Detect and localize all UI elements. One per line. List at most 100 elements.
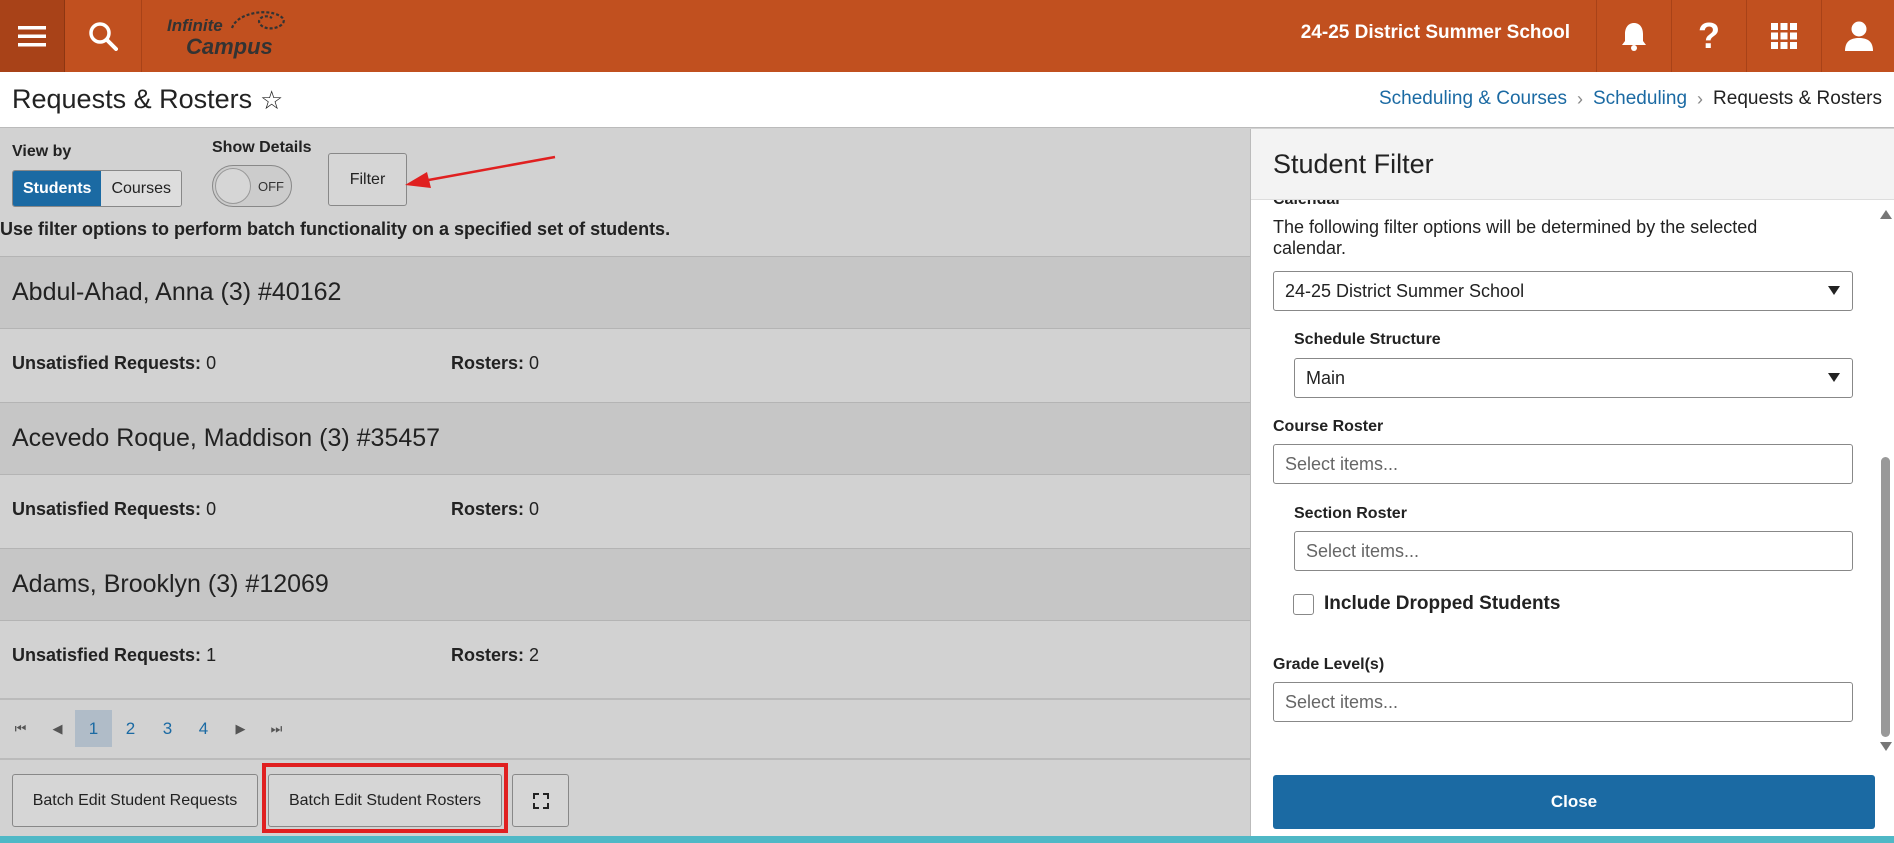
student-list-area: View by Students Courses Show Details OF…	[0, 129, 1250, 843]
menu-icon	[18, 26, 46, 47]
page-2-button[interactable]: 2	[112, 710, 149, 747]
fullscreen-button[interactable]	[512, 774, 569, 827]
filter-button[interactable]: Filter	[328, 153, 407, 206]
calendar-label: Calendar	[1273, 200, 1341, 209]
show-details-toggle[interactable]: OFF	[212, 165, 292, 207]
toggle-knob	[215, 168, 251, 204]
scroll-up-icon[interactable]	[1880, 210, 1892, 219]
batch-edit-student-requests-button[interactable]: Batch Edit Student Requests	[12, 774, 258, 827]
unsatisfied-requests: Unsatisfied Requests: 0	[12, 353, 216, 374]
red-arrow-annotation	[405, 155, 556, 188]
toggle-state-text: OFF	[258, 179, 284, 194]
next-page-icon[interactable]: ▶	[222, 710, 259, 747]
student-name: Abdul-Ahad, Anna (3) #40162	[12, 278, 342, 306]
dropdown-caret-icon	[1828, 373, 1840, 382]
close-button[interactable]: Close	[1273, 775, 1875, 829]
unsatisfied-label: Unsatisfied Requests:	[12, 499, 202, 519]
schedule-structure-label: Schedule Structure	[1294, 331, 1441, 348]
panel-scrollbar[interactable]	[1877, 200, 1894, 760]
schedule-structure-value: Main	[1306, 368, 1346, 388]
page-3-button[interactable]: 3	[149, 710, 186, 747]
unsatisfied-requests: Unsatisfied Requests: 1	[12, 645, 216, 666]
page-header: Requests & Rosters ☆ Scheduling & Course…	[0, 72, 1894, 128]
page-4-button[interactable]: 4	[185, 710, 222, 747]
section-roster-input[interactable]: Select items...	[1294, 531, 1853, 571]
bell-icon	[1622, 23, 1646, 51]
rosters-value: 2	[529, 645, 540, 665]
student-row-header[interactable]: Adams, Brooklyn (3) #12069	[0, 548, 1250, 621]
unsatisfied-label: Unsatisfied Requests:	[12, 645, 202, 665]
student-row-stats: Unsatisfied Requests: 1 Rosters: 2	[0, 621, 1250, 694]
schedule-structure-select[interactable]: Main	[1294, 358, 1853, 398]
pagination: ⏮ ◀ 1 2 3 4 ▶ ⏭	[0, 698, 1250, 760]
help-button[interactable]: ?	[1671, 0, 1746, 72]
student-row-stats: Unsatisfied Requests: 0 Rosters: 0	[0, 475, 1250, 548]
user-icon	[1845, 21, 1873, 51]
question-icon: ?	[1698, 15, 1720, 56]
student-filter-panel: Student Filter Calendar The following fi…	[1250, 129, 1894, 836]
view-by-label: View by	[12, 143, 72, 160]
breadcrumb-scheduling[interactable]: Scheduling	[1593, 88, 1687, 110]
rosters-label: Rosters:	[451, 353, 525, 373]
unsatisfied-value: 1	[206, 645, 217, 665]
notifications-button[interactable]	[1596, 0, 1671, 72]
breadcrumb-current: Requests & Rosters	[1713, 88, 1882, 109]
red-highlight-box	[262, 763, 508, 833]
app-switcher-button[interactable]	[1746, 0, 1821, 72]
grade-level-label: Grade Level(s)	[1273, 656, 1385, 673]
infinite-campus-logo[interactable]: Infinite Campus	[162, 8, 302, 59]
scrollbar-thumb[interactable]	[1881, 457, 1890, 737]
panel-body: Calendar The following filter options wi…	[1251, 200, 1877, 760]
rosters-count: Rosters: 0	[451, 499, 539, 520]
show-details-label: Show Details	[212, 139, 312, 156]
hamburger-menu-button[interactable]	[0, 0, 65, 72]
section-roster-label: Section Roster	[1294, 505, 1407, 522]
unsatisfied-label: Unsatisfied Requests:	[12, 353, 202, 373]
page-title: Requests & Rosters	[12, 84, 253, 114]
unsatisfied-value: 0	[206, 499, 217, 519]
view-by-toggle: Students Courses	[12, 170, 183, 207]
breadcrumb-scheduling-courses[interactable]: Scheduling & Courses	[1379, 88, 1567, 110]
breadcrumb: Scheduling & Courses › Scheduling › Requ…	[1379, 88, 1882, 110]
favorite-star-icon[interactable]: ☆	[260, 85, 283, 116]
calendar-note: The following filter options will be det…	[1273, 217, 1758, 258]
scroll-down-icon[interactable]	[1880, 742, 1892, 751]
view-courses-button[interactable]: Courses	[101, 171, 182, 206]
panel-header: Student Filter	[1251, 129, 1894, 200]
user-account-button[interactable]	[1821, 0, 1894, 72]
logo-text-infinite: Infinite	[167, 16, 223, 35]
first-page-icon[interactable]: ⏮	[2, 710, 39, 747]
rosters-label: Rosters:	[451, 645, 525, 665]
previous-page-icon[interactable]: ◀	[39, 710, 76, 747]
district-context[interactable]: 24-25 District Summer School	[1300, 22, 1570, 44]
student-row-header[interactable]: Acevedo Roque, Maddison (3) #35457	[0, 402, 1250, 475]
top-navigation-bar: Infinite Campus 24-25 District Summer Sc…	[0, 0, 1894, 72]
course-roster-label: Course Roster	[1273, 418, 1384, 435]
calendar-select[interactable]: 24-25 District Summer School	[1273, 271, 1853, 311]
expand-icon	[532, 792, 549, 809]
chevron-right-icon: ›	[1577, 88, 1583, 109]
panel-title: Student Filter	[1273, 149, 1434, 179]
unsatisfied-requests: Unsatisfied Requests: 0	[12, 499, 216, 520]
rosters-count: Rosters: 0	[451, 353, 539, 374]
student-row-header[interactable]: Abdul-Ahad, Anna (3) #40162	[0, 256, 1250, 329]
page-1-button[interactable]: 1	[75, 710, 112, 747]
include-dropped-label[interactable]: Include Dropped Students	[1324, 593, 1560, 615]
grade-level-input[interactable]: Select items...	[1273, 682, 1853, 722]
view-students-button[interactable]: Students	[13, 171, 102, 206]
grid-icon	[1771, 23, 1797, 49]
student-name: Acevedo Roque, Maddison (3) #35457	[12, 424, 441, 452]
rosters-value: 0	[529, 499, 540, 519]
rosters-count: Rosters: 2	[451, 645, 539, 666]
course-roster-input[interactable]: Select items...	[1273, 444, 1853, 484]
dropdown-caret-icon	[1828, 286, 1840, 295]
last-page-icon[interactable]: ⏭	[258, 710, 295, 747]
include-dropped-checkbox[interactable]	[1293, 594, 1314, 615]
rosters-value: 0	[529, 353, 540, 373]
student-name: Adams, Brooklyn (3) #12069	[12, 570, 329, 598]
search-button[interactable]	[65, 0, 142, 72]
calendar-value: 24-25 District Summer School	[1285, 281, 1525, 301]
bottom-accent-strip	[0, 836, 1894, 843]
unsatisfied-value: 0	[206, 353, 217, 373]
chevron-right-icon: ›	[1697, 88, 1704, 109]
